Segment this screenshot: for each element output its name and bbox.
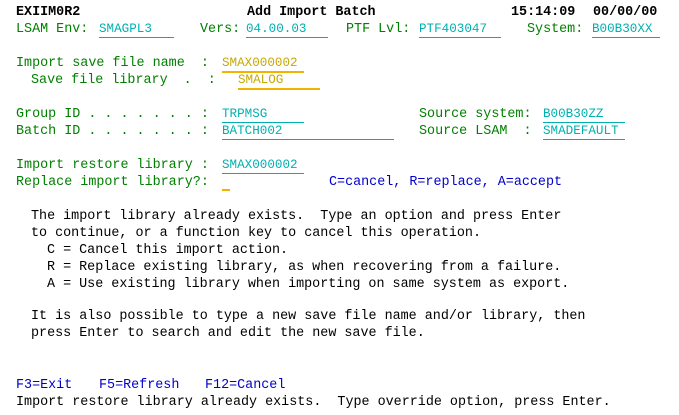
- save-file-name-label: Import save file name :: [16, 56, 209, 71]
- group-id-value: TRPMSG: [222, 106, 304, 123]
- f5-refresh-key[interactable]: F5=Refresh: [99, 377, 179, 394]
- vers-value: 04.00.03: [246, 21, 328, 38]
- source-system-value: B00B30ZZ: [543, 106, 625, 123]
- lsam-env-label: LSAM Env:: [16, 22, 89, 37]
- save-file-library-label: Save file library . :: [31, 73, 216, 88]
- batch-id-label: Batch ID . . . . . . . :: [16, 124, 209, 139]
- replace-option-input[interactable]: [222, 174, 230, 191]
- time: 15:14:09: [511, 5, 576, 20]
- program-id: EXIIM0R2: [16, 5, 81, 20]
- status-message: Import restore library already exists. T…: [16, 395, 611, 410]
- f3-exit-key[interactable]: F3=Exit: [16, 377, 72, 394]
- date: 00/00/00: [593, 5, 658, 20]
- replace-library-label: Replace import library?:: [16, 175, 209, 190]
- replace-options-hint: C=cancel, R=replace, A=accept: [329, 175, 563, 190]
- lsam-env-value: SMAGPL3: [99, 21, 174, 38]
- vers-label: Vers:: [200, 22, 241, 37]
- restore-library-label: Import restore library :: [16, 158, 209, 173]
- save-file-library-input[interactable]: SMALOG: [238, 72, 320, 90]
- f12-cancel-key[interactable]: F12=Cancel: [205, 377, 285, 394]
- screen: { "header": { "program_id": "EXIIM0R2", …: [0, 0, 679, 415]
- source-system-label: Source system:: [419, 107, 532, 122]
- ptf-value: PTF403047: [419, 21, 501, 38]
- message-line-7: press Enter to search and edit the new s…: [31, 326, 425, 341]
- message-line-5: A = Use existing library when importing …: [47, 277, 570, 292]
- group-id-label: Group ID . . . . . . . :: [16, 107, 209, 122]
- ptf-label: PTF Lvl:: [346, 22, 411, 37]
- message-line-1: The import library already exists. Type …: [31, 209, 562, 224]
- restore-library-value: SMAX000002: [222, 157, 304, 174]
- batch-id-value: BATCH002: [222, 123, 394, 140]
- message-line-2: to continue, or a function key to cancel…: [31, 226, 481, 241]
- system-label: System:: [527, 22, 584, 37]
- message-line-6: It is also possible to type a new save f…: [31, 309, 586, 324]
- message-line-3: C = Cancel this import action.: [47, 243, 289, 258]
- source-lsam-value: SMADEFAULT: [543, 123, 625, 140]
- source-lsam-label: Source LSAM :: [419, 124, 532, 139]
- message-line-4: R = Replace existing library, as when re…: [47, 260, 562, 275]
- system-value: B00B30XX: [592, 21, 660, 38]
- save-file-name-input[interactable]: SMAX000002: [222, 55, 304, 73]
- screen-title: Add Import Batch: [247, 5, 376, 20]
